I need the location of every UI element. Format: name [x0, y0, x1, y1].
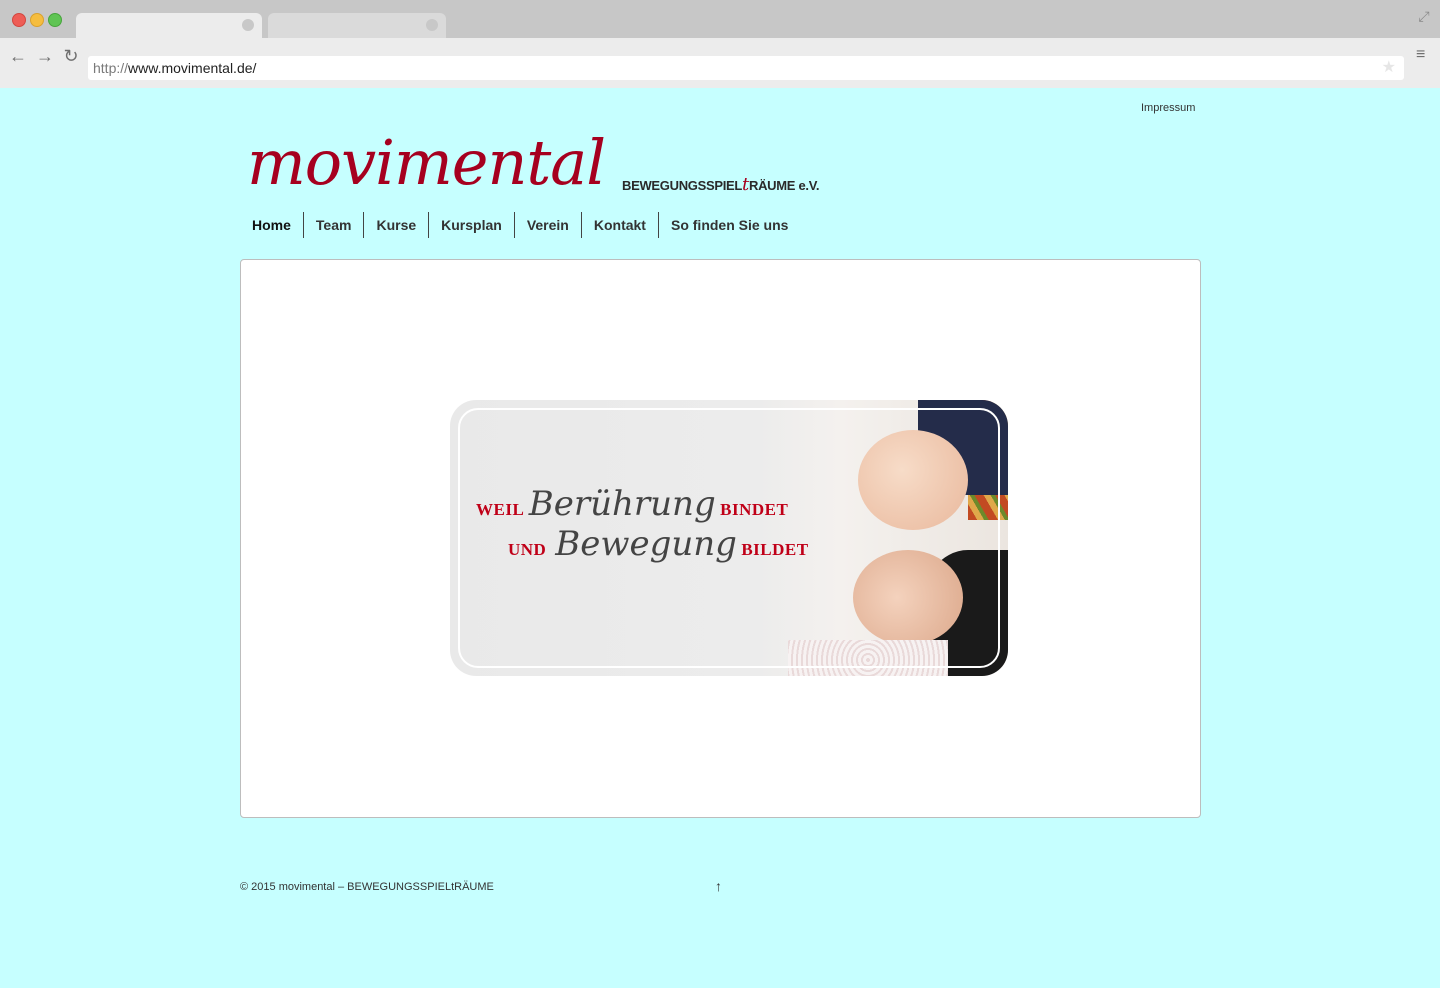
reload-icon[interactable]: ↻ — [61, 46, 81, 66]
minimize-window-icon[interactable] — [30, 13, 44, 27]
tab-close-icon[interactable] — [242, 19, 254, 31]
nav-item-kontakt[interactable]: Kontakt — [580, 212, 658, 238]
hero-slogan-line2: UND Bewegung BILDET — [508, 524, 809, 564]
slogan-word: WEIL — [476, 500, 525, 519]
logo-sub-part2: RÄUME e.V. — [748, 178, 820, 193]
tab-close-icon[interactable] — [426, 19, 438, 31]
slogan-script-word: Berührung — [528, 484, 716, 524]
nav-item-kurse[interactable]: Kurse — [363, 212, 428, 238]
slogan-word: UND — [508, 540, 547, 559]
nav-item-team[interactable]: Team — [302, 212, 364, 238]
back-to-top-link[interactable]: ↑ — [715, 878, 722, 894]
logo-subtitle: BEWEGUNGSSPIELtRÄUME e.V. — [622, 174, 820, 195]
main-navigation: Home Team Kurse Kursplan Verein Kontakt … — [240, 212, 800, 238]
slogan-word: BINDET — [720, 500, 789, 519]
forward-arrow-icon[interactable]: → — [35, 46, 55, 66]
logo-sub-part1: BEWEGUNGSSPIEL — [622, 178, 743, 193]
url-host: www.movimental.de/ — [128, 60, 257, 76]
hero-banner-image: WEIL Berührung BINDET UND Bewegung BILDE… — [450, 400, 1008, 676]
nav-item-verein[interactable]: Verein — [513, 212, 581, 238]
tab-strip: ⤢ — [0, 0, 1440, 38]
logo-wordmark: movimental — [247, 126, 606, 199]
impressum-link[interactable]: Impressum — [1141, 102, 1195, 114]
browser-tab-active[interactable] — [76, 13, 262, 38]
browser-toolbar: ← → ↻ http://www.movimental.de/ ★ ≡ — [0, 38, 1440, 89]
fullscreen-icon[interactable]: ⤢ — [1416, 8, 1432, 24]
slogan-script-word: Bewegung — [555, 524, 737, 564]
close-window-icon[interactable] — [12, 13, 26, 27]
content-panel: WEIL Berührung BINDET UND Bewegung BILDE… — [240, 259, 1201, 818]
nav-item-home[interactable]: Home — [240, 212, 303, 238]
url-protocol: http:// — [93, 60, 129, 76]
browser-chrome: ⤢ ← → ↻ http://www.movimental.de/ ★ ≡ — [0, 0, 1440, 89]
nav-item-anfahrt[interactable]: So finden Sie uns — [657, 212, 800, 238]
address-bar[interactable]: http://www.movimental.de/ ★ — [88, 56, 1404, 80]
browser-menu-icon[interactable]: ≡ — [1416, 47, 1430, 63]
bookmark-star-icon[interactable]: ★ — [1382, 56, 1396, 80]
footer-copyright: © 2015 movimental – BEWEGUNGSSPIELtRÄUME — [240, 881, 494, 893]
nav-item-kursplan[interactable]: Kursplan — [428, 212, 514, 238]
browser-tab-new[interactable] — [268, 13, 446, 38]
hero-slogan-line1: WEIL Berührung BINDET — [476, 484, 788, 524]
slogan-word: BILDET — [741, 540, 809, 559]
page-viewport: Impressum movimental BEWEGUNGSSPIELtRÄUM… — [0, 88, 1440, 988]
back-arrow-icon[interactable]: ← — [8, 46, 28, 66]
logo-sub-t: t — [742, 174, 749, 195]
zoom-window-icon[interactable] — [48, 13, 62, 27]
